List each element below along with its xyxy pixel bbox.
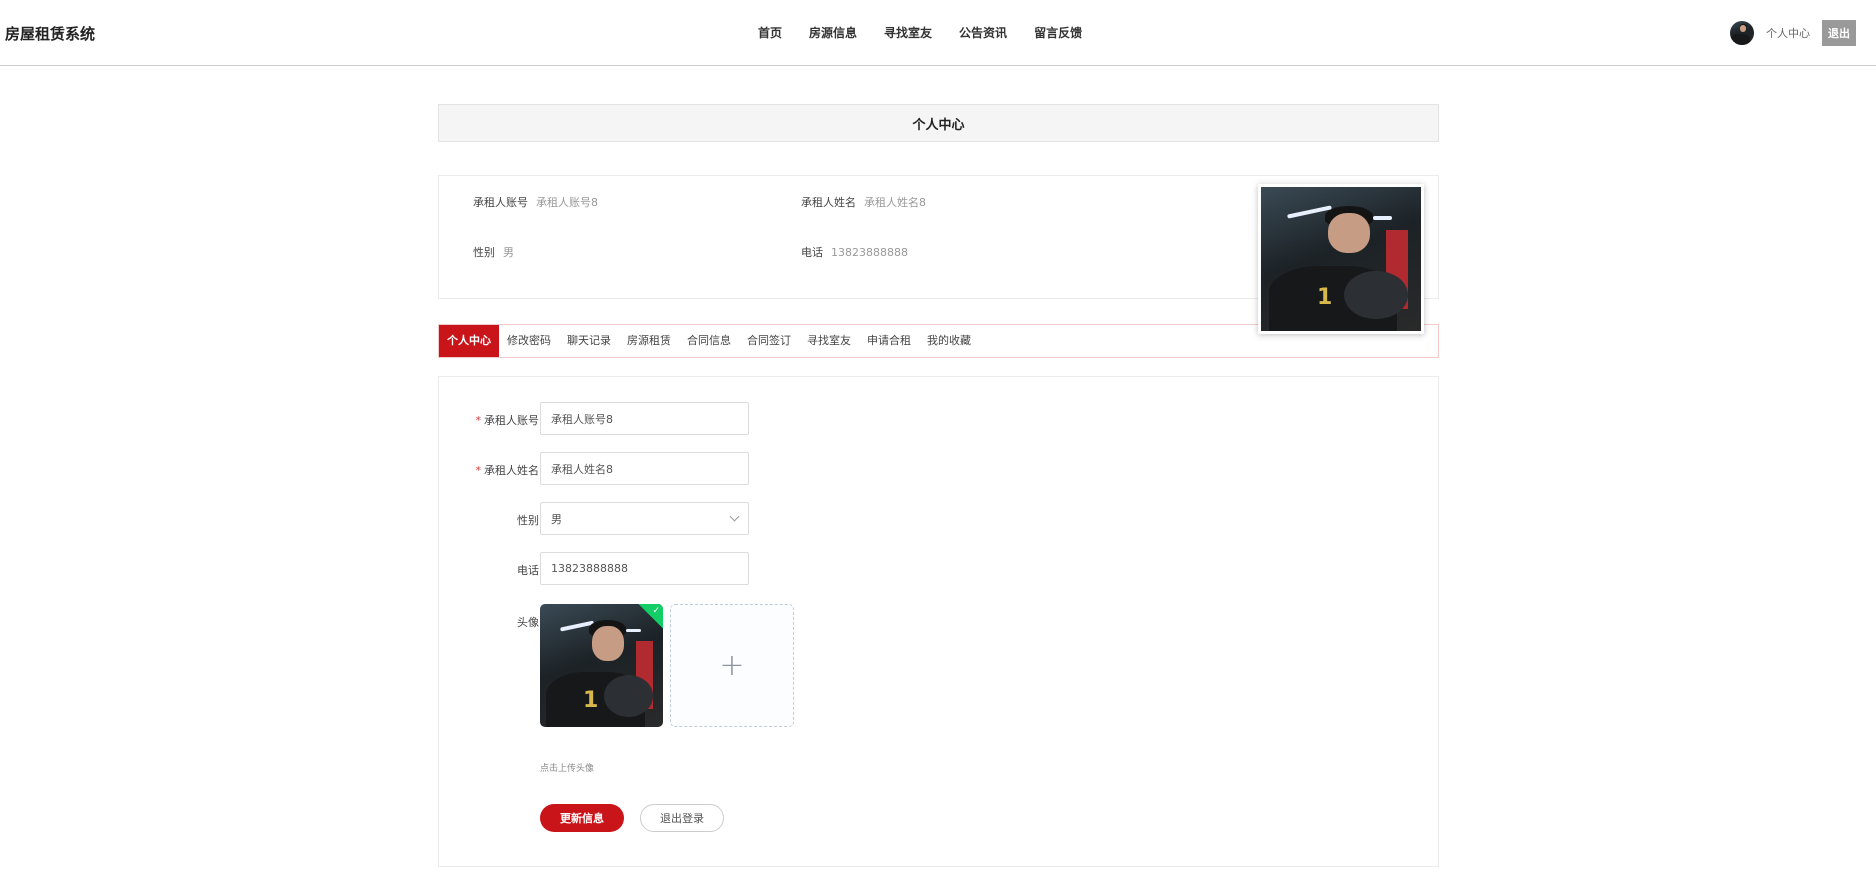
user-avatar[interactable]: [1730, 21, 1754, 45]
page-title-bar: 个人中心: [438, 104, 1439, 142]
name-field-label: * 承租人姓名: [475, 464, 540, 477]
profile-photo-card: 1: [1258, 184, 1424, 334]
user-center-link[interactable]: 个人中心: [1766, 25, 1810, 41]
check-icon: ✓: [652, 606, 660, 616]
required-mark: *: [475, 464, 482, 477]
info-gender: 性别男: [473, 244, 514, 260]
user-area: 个人中心 退出: [1730, 20, 1856, 46]
avatar-upload-trigger[interactable]: +: [670, 604, 794, 727]
info-phone-label: 电话: [801, 246, 823, 259]
tab-personal-center[interactable]: 个人中心: [439, 325, 499, 357]
update-info-button[interactable]: 更新信息: [540, 804, 624, 832]
tab-contract-signing[interactable]: 合同签订: [739, 325, 799, 357]
header-logout-button[interactable]: 退出: [1822, 20, 1856, 46]
avatar-field-label: 头像: [517, 616, 539, 629]
nav-find-roommate[interactable]: 寻找室友: [884, 24, 932, 41]
tab-find-roommate[interactable]: 寻找室友: [799, 325, 859, 357]
gender-select-value: 男: [551, 512, 562, 526]
logout-button[interactable]: 退出登录: [640, 804, 724, 832]
nav-announcements[interactable]: 公告资讯: [959, 24, 1007, 41]
info-account: 承租人账号 承租人账号8: [473, 194, 598, 210]
account-input[interactable]: [540, 402, 749, 435]
gender-select[interactable]: 男: [540, 502, 749, 535]
top-navbar: 房屋租赁系统 首页 房源信息 寻找室友 公告资讯 留言反馈 个人中心 退出: [0, 0, 1876, 66]
phone-input[interactable]: [540, 552, 749, 585]
info-phone-value: 13823888888: [831, 246, 908, 259]
upload-tip: 点击上传头像: [540, 764, 595, 774]
uploaded-avatar-image: 1: [540, 604, 663, 727]
site-brand[interactable]: 房屋租赁系统: [5, 23, 95, 44]
info-phone: 电话 13823888888: [801, 244, 908, 260]
name-input[interactable]: [540, 452, 749, 485]
info-gender-label: 性别: [473, 246, 495, 259]
tab-change-password[interactable]: 修改密码: [499, 325, 559, 357]
profile-photo: 1: [1261, 187, 1421, 331]
uploaded-avatar[interactable]: 1 ✓: [540, 604, 663, 727]
tab-my-favorites[interactable]: 我的收藏: [919, 325, 979, 357]
phone-field-label: 电话: [517, 564, 539, 577]
chevron-down-icon: [729, 511, 740, 522]
info-name: 承租人姓名 承租人姓名8: [801, 194, 926, 210]
info-name-value: 承租人姓名8: [864, 196, 926, 209]
nav-listings[interactable]: 房源信息: [809, 24, 857, 41]
required-mark: *: [475, 414, 482, 427]
profile-form: *承租人账号 *承租人姓名 性别 男 电话 头像 1 ✓ + 点击上传头像 更新…: [438, 376, 1439, 867]
account-field-label: * 承租人账号: [475, 414, 540, 427]
info-account-value: 承租人账号8: [536, 196, 598, 209]
info-account-label: 承租人账号: [473, 196, 528, 209]
nav-feedback[interactable]: 留言反馈: [1034, 24, 1082, 41]
plus-icon: +: [719, 648, 745, 683]
info-name-label: 承租人姓名: [801, 196, 856, 209]
tab-chat-records[interactable]: 聊天记录: [559, 325, 619, 357]
info-gender-value: 男: [503, 246, 514, 259]
gender-field-label: 性别: [517, 514, 539, 527]
main-nav: 首页 房源信息 寻找室友 公告资讯 留言反馈: [758, 24, 1082, 41]
tab-contract-info[interactable]: 合同信息: [679, 325, 739, 357]
page-title: 个人中心: [912, 117, 965, 133]
tab-apply-shared-rent[interactable]: 申请合租: [859, 325, 919, 357]
nav-home[interactable]: 首页: [758, 24, 782, 41]
tab-house-rental[interactable]: 房源租赁: [619, 325, 679, 357]
